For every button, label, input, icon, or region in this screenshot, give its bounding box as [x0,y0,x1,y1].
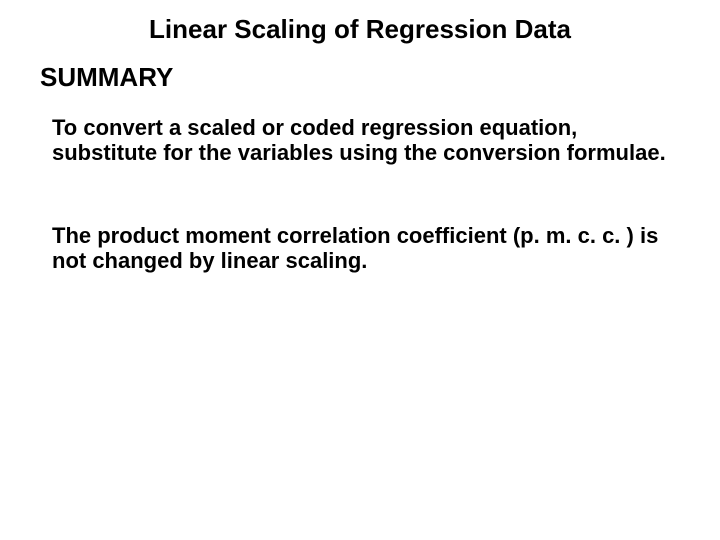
summary-heading: SUMMARY [40,62,173,93]
summary-paragraph-2: The product moment correlation coefficie… [52,223,672,274]
slide-title: Linear Scaling of Regression Data [0,14,720,45]
slide: Linear Scaling of Regression Data SUMMAR… [0,0,720,540]
summary-paragraph-1: To convert a scaled or coded regression … [52,115,672,166]
